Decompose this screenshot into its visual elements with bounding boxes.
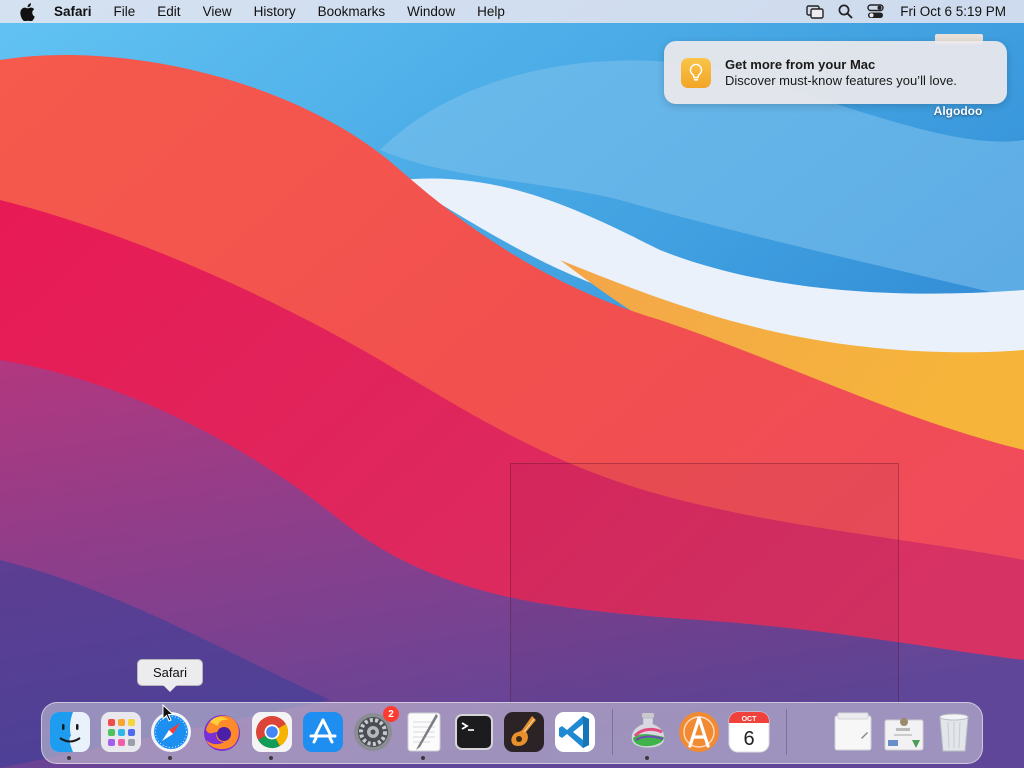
firefox-icon[interactable] (200, 710, 244, 754)
textedit-running-indicator (421, 756, 425, 760)
menu-file[interactable]: File (103, 0, 147, 23)
trash-icon[interactable] (932, 710, 976, 754)
finder-running-indicator (67, 756, 71, 760)
algodoo-running-indicator (645, 756, 649, 760)
calendar-icon[interactable]: OCT 6 (727, 710, 771, 754)
menu-help[interactable]: Help (466, 0, 516, 23)
terminal-icon[interactable] (452, 710, 496, 754)
chrome-icon[interactable] (250, 710, 294, 754)
chrome-running-indicator (269, 756, 273, 760)
menu-window[interactable]: Window (396, 0, 466, 23)
faint-window-outline (510, 463, 899, 704)
algodoo-icon[interactable] (626, 710, 670, 754)
menu-bar: Safari File Edit View History Bookmarks … (0, 0, 1024, 23)
vscode-icon[interactable] (553, 710, 597, 754)
dock-separator (612, 709, 613, 755)
anaconda-icon[interactable] (677, 710, 721, 754)
dock-separator (786, 709, 787, 755)
system-preferences-icon[interactable]: 2 (351, 706, 399, 754)
apple-menu-icon[interactable] (17, 2, 37, 21)
calendar-month: OCT (742, 716, 758, 723)
tooltip-arrow (163, 685, 177, 692)
dock-tooltip: Safari (137, 659, 203, 686)
dock: 2 OCT 6 (41, 702, 983, 764)
launchpad-icon[interactable] (99, 710, 143, 754)
notification-badge: 2 (383, 706, 399, 722)
app-store-icon[interactable] (301, 710, 345, 754)
documents-stack-icon[interactable] (831, 710, 875, 754)
desktop-icon-label[interactable]: Algodoo (918, 104, 998, 118)
screen-mirroring-icon[interactable] (800, 0, 830, 23)
mouse-cursor (162, 704, 174, 722)
notification-body: Discover must-know features you’ll love. (725, 72, 957, 88)
downloads-stack-icon[interactable] (882, 710, 926, 754)
menu-app-name[interactable]: Safari (43, 0, 103, 23)
notification-title: Get more from your Mac (725, 56, 876, 72)
menu-bookmarks[interactable]: Bookmarks (307, 0, 397, 23)
control-center-icon[interactable] (860, 0, 890, 23)
finder-icon[interactable] (48, 710, 92, 754)
safari-running-indicator (168, 756, 172, 760)
garageband-icon[interactable] (502, 710, 546, 754)
textedit-icon[interactable] (402, 710, 446, 754)
menu-history[interactable]: History (243, 0, 307, 23)
menu-view[interactable]: View (192, 0, 243, 23)
spotlight-search-icon[interactable] (830, 0, 860, 23)
menu-bar-clock[interactable]: Fri Oct 6 5:19 PM (890, 4, 1024, 19)
lightbulb-icon (681, 57, 711, 88)
calendar-day: 6 (743, 728, 754, 750)
notification-banner[interactable]: Get more from your Mac Discover must-kno… (664, 41, 1007, 104)
menu-edit[interactable]: Edit (146, 0, 191, 23)
